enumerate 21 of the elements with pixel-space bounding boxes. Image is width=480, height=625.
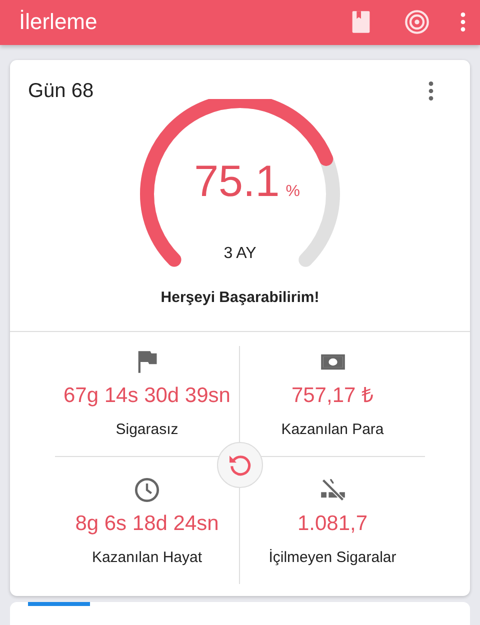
stat-label: Sigarasız bbox=[116, 420, 178, 440]
more-icon[interactable] bbox=[460, 12, 466, 32]
clock-icon bbox=[134, 476, 160, 503]
stat-value: 757,17 ₺ bbox=[291, 382, 374, 409]
target-icon[interactable] bbox=[404, 9, 430, 36]
app-title: İlerleme bbox=[19, 9, 98, 36]
stat-value: 67g 14s 30d 39sn bbox=[64, 382, 230, 409]
reset-button[interactable] bbox=[217, 442, 263, 488]
more-icon[interactable] bbox=[428, 81, 434, 102]
no-smoking-icon bbox=[320, 476, 346, 503]
stat-label: İçilmeyen Sigaralar bbox=[268, 548, 396, 568]
percent-unit: % bbox=[286, 182, 300, 201]
stat-label: Kazanılan Para bbox=[281, 420, 384, 440]
stat-value: 8g 6s 18d 24sn bbox=[75, 510, 219, 537]
day-title: Gün 68 bbox=[28, 80, 94, 103]
stat-label: Kazanılan Hayat bbox=[92, 548, 202, 568]
duration-caption: 3 AY bbox=[222, 244, 258, 263]
percent-value: 75.1 bbox=[194, 156, 280, 207]
accent-bar bbox=[28, 602, 90, 606]
stat-value: 1.081,7 bbox=[297, 510, 368, 537]
motto-text: Herşeyi Başarabilirim! bbox=[10, 288, 470, 332]
